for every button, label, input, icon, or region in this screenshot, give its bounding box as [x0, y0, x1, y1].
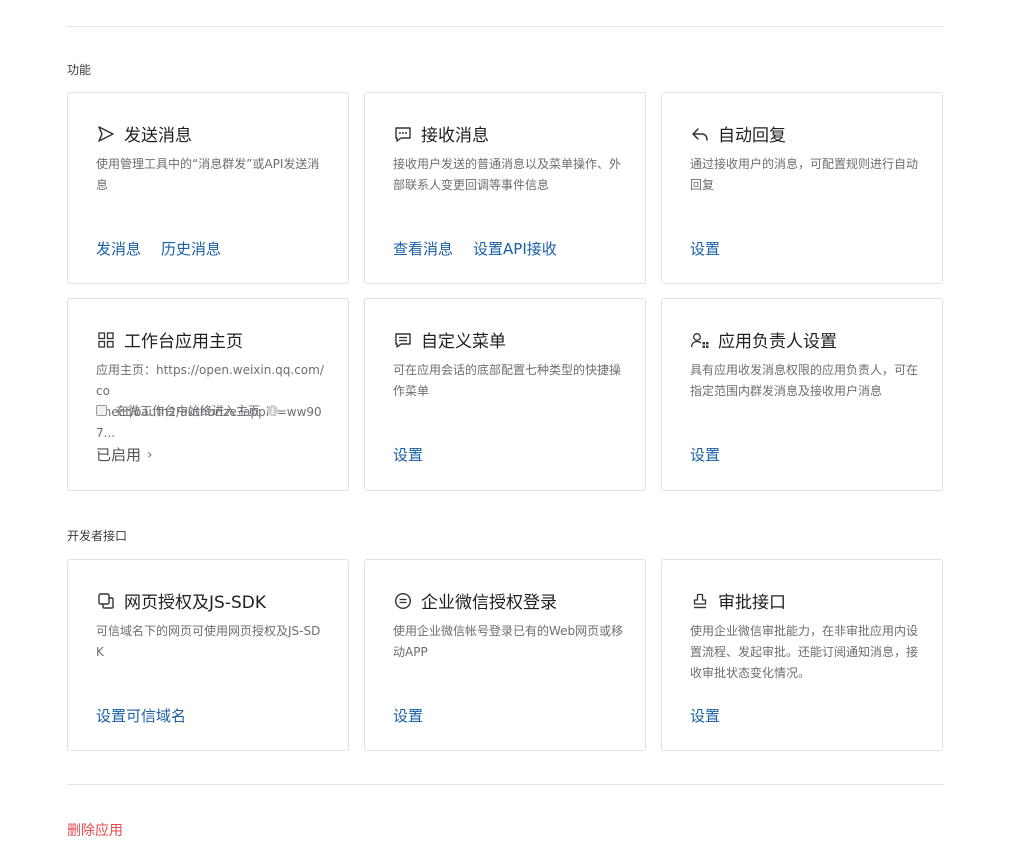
- card-title: 企业微信授权登录: [421, 593, 557, 613]
- view-messages-link[interactable]: 查看消息: [393, 238, 453, 259]
- card-title: 发送消息: [124, 126, 192, 146]
- card-description: 具有应用收发消息权限的应用负责人，可在指定范围内群发消息及接收用户消息: [690, 363, 919, 398]
- chat-icon: [393, 124, 413, 144]
- card-title: 工作台应用主页: [124, 332, 243, 352]
- stamp-icon: [690, 591, 710, 611]
- wechat-login-icon: [393, 591, 413, 611]
- card-custom-menu: 自定义菜单 可在应用会话的底部配置七种类型的快捷操作菜单 设置: [364, 298, 646, 491]
- card-auto-reply: 自动回复 通过接收用户的消息，可配置规则进行自动回复 设置: [661, 92, 943, 284]
- card-description: 可在应用会话的底部配置七种类型的快捷操作菜单: [393, 363, 622, 398]
- reply-icon: [690, 124, 710, 144]
- card-web-auth-jssdk: 网页授权及JS-SDK 可信域名下的网页可使用网页授权及JS-SDK 设置可信域…: [67, 559, 349, 751]
- set-trusted-domain-link[interactable]: 设置可信域名: [96, 705, 186, 726]
- card-title: 审批接口: [718, 593, 786, 613]
- user-settings-icon: [690, 330, 710, 350]
- bottom-divider: [67, 784, 944, 785]
- card-description: 使用企业微信帐号登录已有的Web网页或移动APP: [393, 624, 624, 659]
- card-app-owner: 应用负责人设置 具有应用收发消息权限的应用负责人，可在指定范围内群发消息及接收用…: [661, 298, 943, 491]
- card-title: 应用负责人设置: [718, 332, 837, 352]
- homepage-url-line1: 应用主页：https://open.weixin.qq.com/co: [96, 363, 324, 398]
- card-title: 网页授权及JS-SDK: [124, 593, 266, 613]
- always-enter-homepage-option: 在微工作台中始终进入主页 i: [96, 402, 279, 419]
- app-owner-settings-link[interactable]: 设置: [690, 444, 720, 465]
- always-enter-homepage-checkbox[interactable]: [96, 405, 107, 416]
- card-description: 使用管理工具中的“消息群发”或API发送消息: [96, 157, 320, 192]
- card-description: 接收用户发送的普通消息以及菜单操作、外部联系人变更回调等事件信息: [393, 157, 622, 192]
- auto-reply-settings-link[interactable]: 设置: [690, 238, 720, 259]
- top-divider: [67, 26, 944, 27]
- card-send-message: 发送消息 使用管理工具中的“消息群发”或API发送消息 发消息 历史消息: [67, 92, 349, 284]
- menu-icon: [393, 330, 413, 350]
- card-description: 通过接收用户的消息，可配置规则进行自动回复: [690, 157, 919, 192]
- section-title-features: 功能: [67, 63, 92, 77]
- window-icon: [96, 591, 116, 611]
- grid-icon: [96, 330, 116, 350]
- send-message-link[interactable]: 发消息: [96, 238, 141, 259]
- card-receive-message: 接收消息 接收用户发送的普通消息以及菜单操作、外部联系人变更回调等事件信息 查看…: [364, 92, 646, 284]
- approval-api-settings-link[interactable]: 设置: [690, 705, 720, 726]
- status-label: 已启用: [96, 446, 142, 464]
- delete-app-link[interactable]: 删除应用: [67, 820, 123, 840]
- card-title: 接收消息: [421, 126, 489, 146]
- set-api-receive-link[interactable]: 设置API接收: [473, 238, 557, 259]
- section-title-developer: 开发者接口: [67, 529, 128, 543]
- card-title: 自定义菜单: [421, 332, 506, 352]
- custom-menu-settings-link[interactable]: 设置: [393, 444, 423, 465]
- info-icon[interactable]: i: [267, 405, 279, 416]
- wecom-login-settings-link[interactable]: 设置: [393, 705, 423, 726]
- card-description: 使用企业微信审批能力，在非审批应用内设置流程、发起审批。还能订阅通知消息，接收审…: [690, 624, 919, 680]
- send-icon: [96, 124, 116, 144]
- card-description: 可信域名下的网页可使用网页授权及JS-SDK: [96, 624, 321, 659]
- chevron-right-icon: ›: [147, 446, 153, 463]
- homepage-status-toggle[interactable]: 已启用 ›: [96, 444, 153, 465]
- card-workbench-homepage: 工作台应用主页 应用主页：https://open.weixin.qq.com/…: [67, 298, 349, 491]
- checkbox-label: 在微工作台中始终进入主页: [116, 404, 261, 418]
- card-approval-api: 审批接口 使用企业微信审批能力，在非审批应用内设置流程、发起审批。还能订阅通知消…: [661, 559, 943, 751]
- card-wecom-login: 企业微信授权登录 使用企业微信帐号登录已有的Web网页或移动APP 设置: [364, 559, 646, 751]
- history-message-link[interactable]: 历史消息: [161, 238, 221, 259]
- card-title: 自动回复: [718, 126, 786, 146]
